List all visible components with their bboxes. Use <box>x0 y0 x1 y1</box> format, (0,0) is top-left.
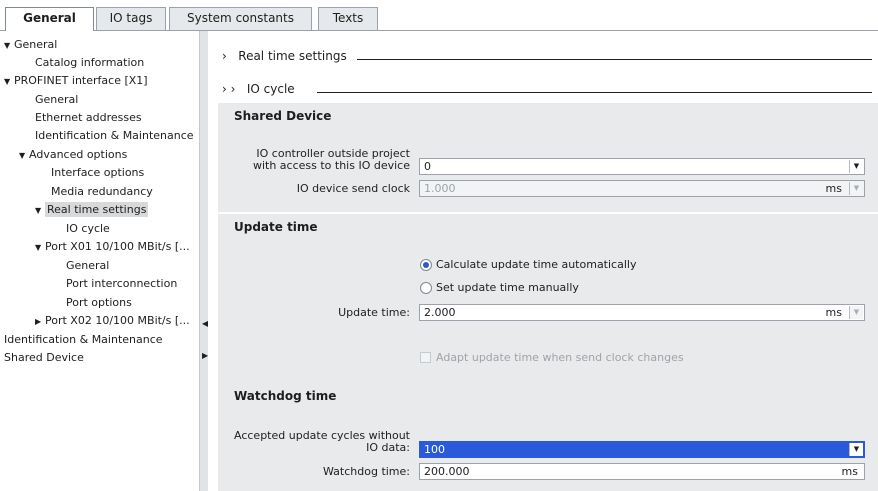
watchdog-time-label: Watchdog time: <box>323 465 410 478</box>
expand-arrow-icon[interactable]: ▼ <box>35 202 45 220</box>
adapt-update-time-checkbox[interactable] <box>420 352 431 363</box>
radio-label: Set update time manually <box>436 281 579 294</box>
watchdog-section: Watchdog time Accepted update cycles wit… <box>218 383 878 491</box>
tree-item-port-x01[interactable]: ▼ Port X01 10/100 MBit/s [... <box>35 238 199 256</box>
breadcrumb-line <box>357 59 872 60</box>
tree-item-identification-maintenance-root[interactable]: Identification & Maintenance <box>4 331 199 349</box>
update-time-field[interactable]: 2.000 ms ▼ <box>419 304 865 321</box>
tree-item-ethernet-addresses[interactable]: Ethernet addresses <box>35 109 199 127</box>
tab-general[interactable]: General <box>5 7 94 31</box>
tree-item-interface-general[interactable]: General <box>35 91 199 109</box>
tree-item-advanced-options[interactable]: ▼ Advanced options <box>19 146 199 164</box>
tab-bar: General IO tags System constants Texts <box>0 0 878 31</box>
collapse-arrow-icon[interactable]: ▶ <box>35 313 45 331</box>
expand-arrow-icon[interactable]: ▼ <box>35 239 45 257</box>
chevron-down-icon: ▼ <box>849 182 863 195</box>
tree-item-port-interconnection[interactable]: Port interconnection <box>66 275 199 293</box>
expand-arrow-icon[interactable]: ▼ <box>19 147 29 165</box>
unit-label: ms <box>841 465 858 478</box>
breadcrumb-label: IO cycle <box>246 82 295 96</box>
tab-system-constants[interactable]: System constants <box>169 7 312 30</box>
tree-item-general[interactable]: ▼ General <box>4 36 199 54</box>
tree-item-profinet-interface[interactable]: ▼ PROFINET interface [X1] <box>4 72 199 90</box>
chevron-down-icon: ▼ <box>849 306 863 319</box>
expand-arrow-icon[interactable]: ▼ <box>4 37 14 55</box>
unit-label: ms <box>825 306 842 319</box>
tab-texts[interactable]: Texts <box>318 7 378 30</box>
update-time-label: Update time: <box>338 306 410 319</box>
tree-item-io-cycle[interactable]: IO cycle <box>66 220 199 238</box>
unit-label: ms <box>825 182 842 195</box>
accepted-cycles-dropdown[interactable]: 100 ▼ <box>419 441 865 458</box>
tree-item-shared-device[interactable]: Shared Device <box>4 349 199 367</box>
section-title: Watchdog time <box>234 389 337 403</box>
send-clock-field: 1.000 ms ▼ <box>419 180 865 197</box>
chevron-down-icon[interactable]: ▼ <box>849 160 863 173</box>
tree-item-port-options[interactable]: Port options <box>66 294 199 312</box>
expand-arrow-icon[interactable]: ▼ <box>4 73 14 91</box>
tree-item-media-redundancy[interactable]: Media redundancy <box>51 183 199 201</box>
send-clock-label: IO device send clock <box>296 182 410 195</box>
accepted-cycles-label: Accepted update cycles without IO data: <box>234 429 410 454</box>
chevron-right-icon: › <box>222 49 227 63</box>
breadcrumb-io-cycle[interactable]: › › IO cycle <box>222 79 872 99</box>
shared-device-section: Shared Device IO controller outside proj… <box>218 103 878 212</box>
tree-item-interface-options[interactable]: Interface options <box>51 164 199 182</box>
tree-item-identification-maintenance[interactable]: Identification & Maintenance <box>35 127 199 145</box>
tree-item-port-x02[interactable]: ▶ Port X02 10/100 MBit/s [... <box>35 312 199 330</box>
tab-io-tags[interactable]: IO tags <box>96 7 166 30</box>
breadcrumb-real-time-settings[interactable]: › Real time settings <box>222 46 872 66</box>
io-controller-dropdown[interactable]: 0 ▼ <box>419 158 865 175</box>
breadcrumb-label: Real time settings <box>238 49 347 63</box>
panel-splitter[interactable]: ◀ ▶ <box>199 31 208 491</box>
tree-item-catalog-information[interactable]: Catalog information <box>35 54 199 72</box>
tree-item-real-time-settings[interactable]: ▼ Real time settings <box>35 201 199 219</box>
checkbox-label: Adapt update time when send clock change… <box>436 351 684 364</box>
chevron-right-icon: › › <box>222 82 236 96</box>
section-title: Update time <box>234 220 318 234</box>
radio-calculate-automatically[interactable] <box>420 259 432 271</box>
chevron-down-icon[interactable]: ▼ <box>849 443 863 456</box>
radio-set-manually[interactable] <box>420 282 432 294</box>
section-title: Shared Device <box>234 109 332 123</box>
io-controller-label: IO controller outside project with acces… <box>252 147 410 172</box>
breadcrumb-line <box>317 92 872 93</box>
properties-content: › Real time settings › › IO cycle Shared… <box>208 31 878 491</box>
radio-label: Calculate update time automatically <box>436 258 637 271</box>
update-time-section: Update time Calculate update time automa… <box>218 214 878 411</box>
watchdog-time-field[interactable]: 200.000 ms <box>419 463 865 480</box>
navigation-tree: ▼ General Catalog information ▼ PROFINET i… <box>0 31 199 491</box>
tree-item-port-general[interactable]: General <box>66 257 199 275</box>
